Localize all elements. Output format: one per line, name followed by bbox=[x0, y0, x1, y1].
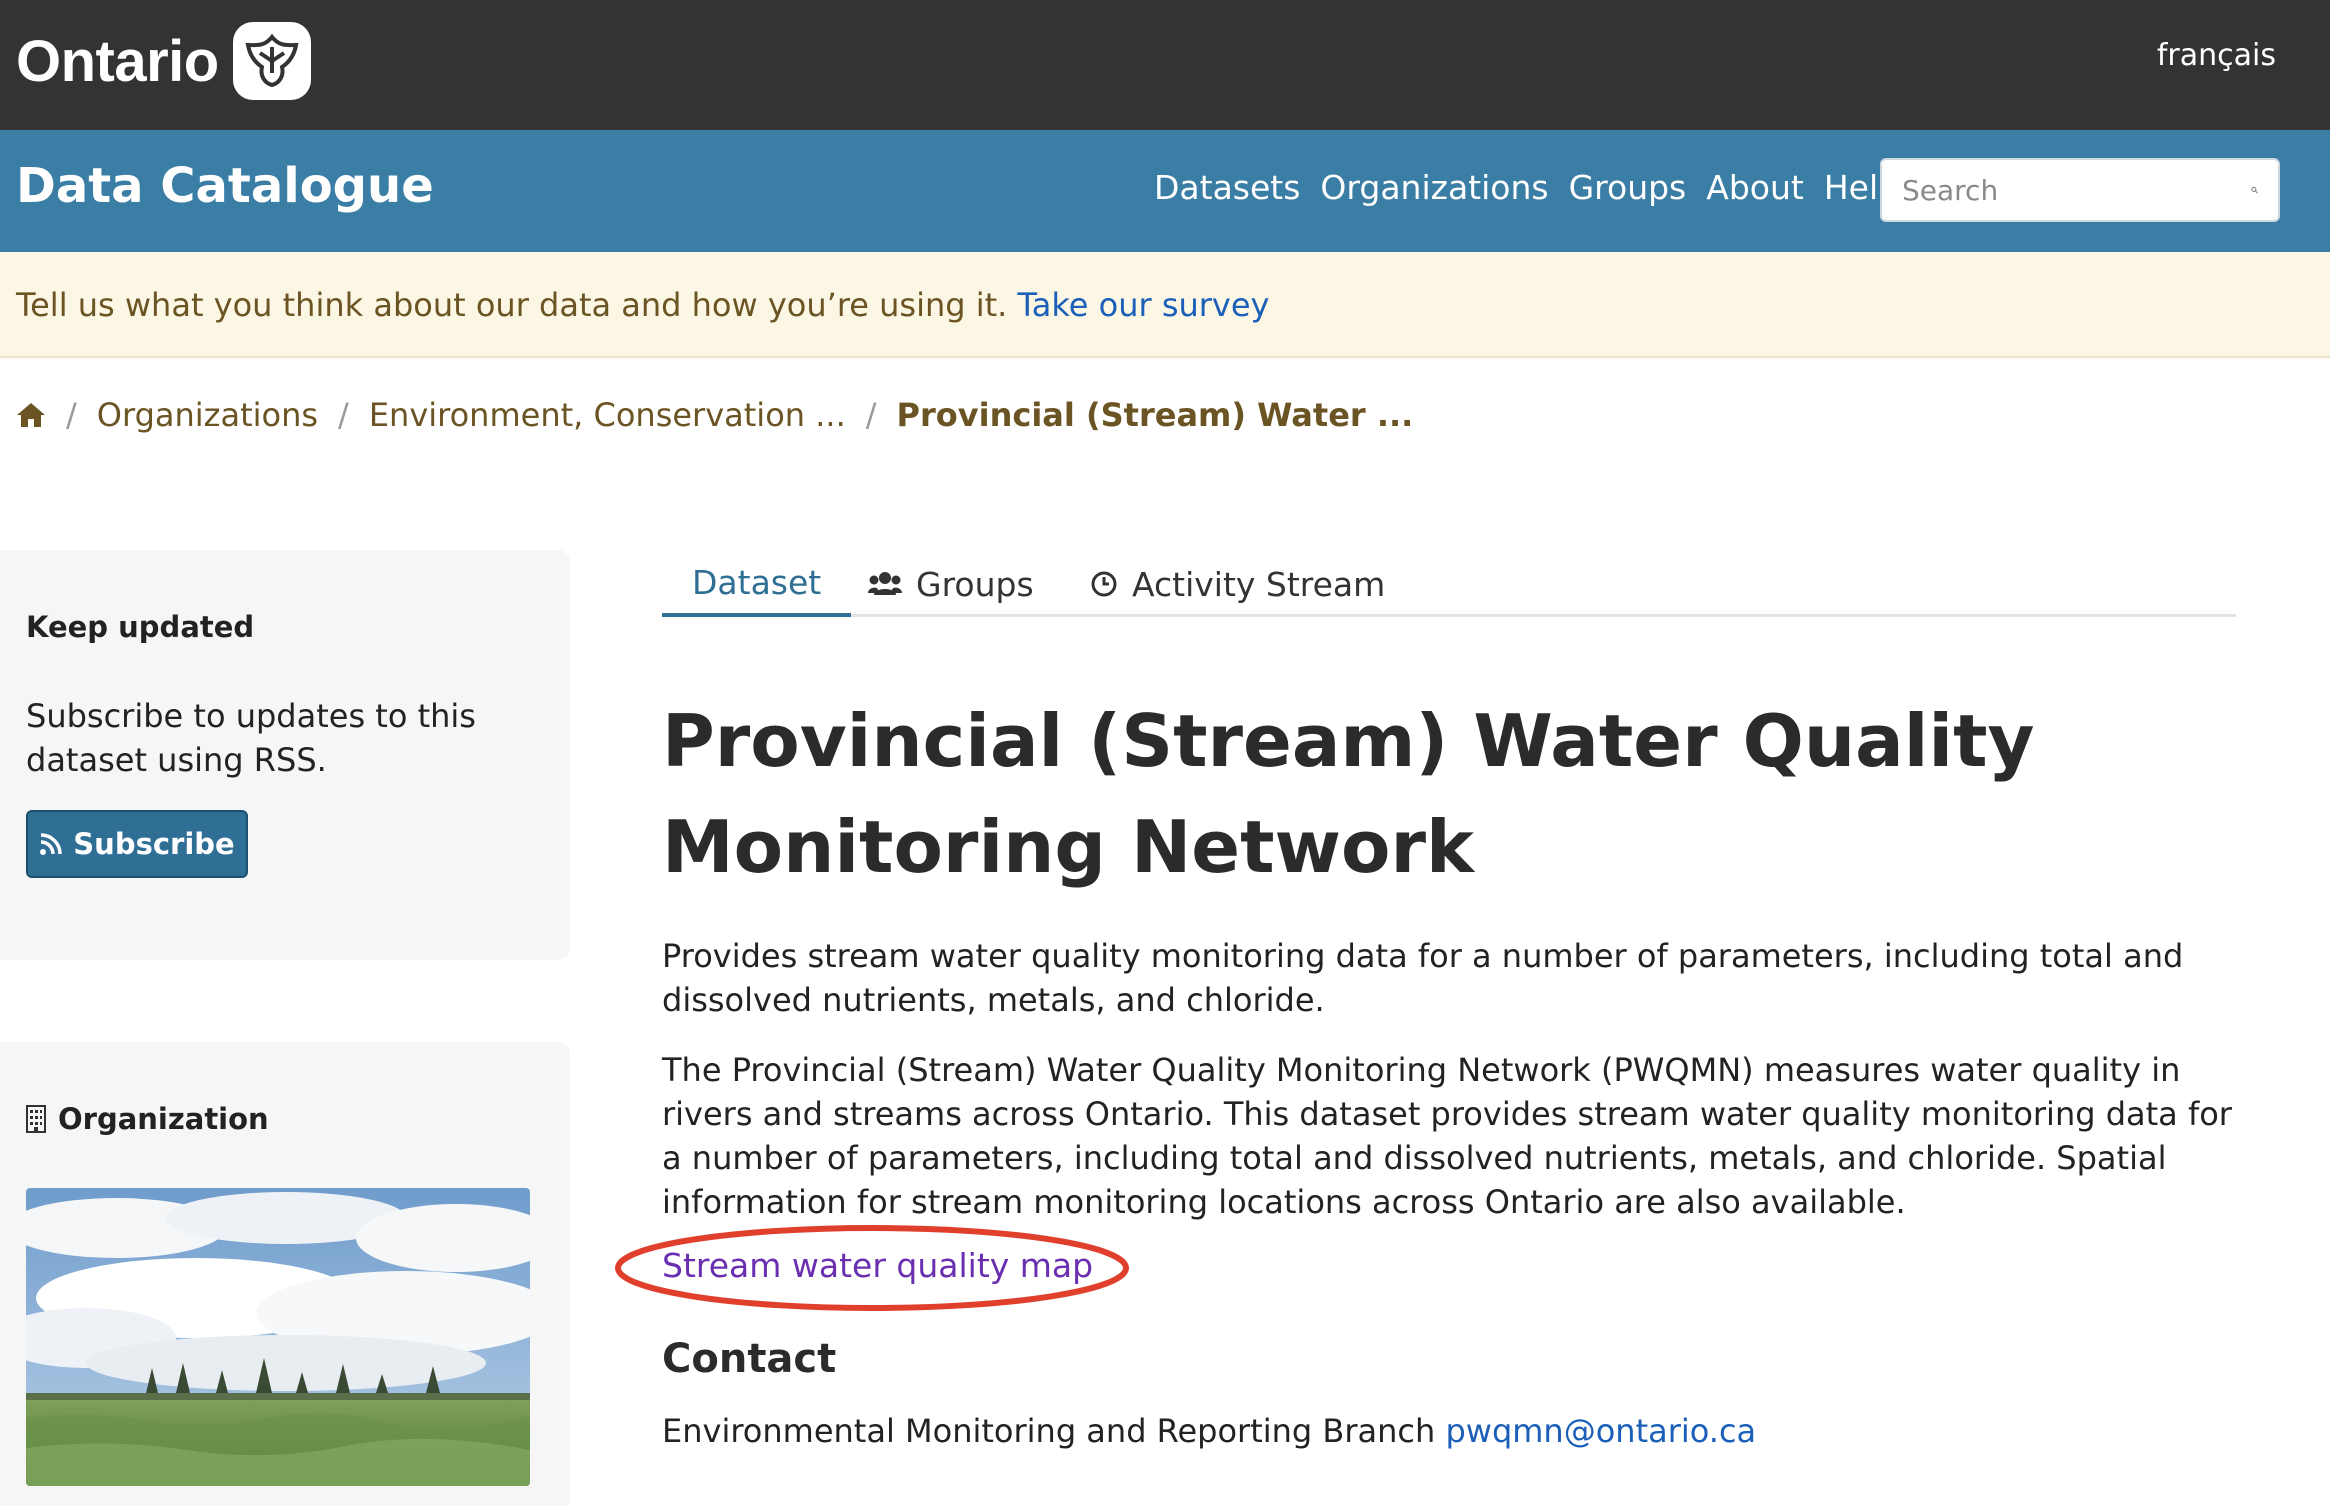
contact-heading: Contact bbox=[662, 1336, 837, 1382]
keep-updated-heading: Keep updated bbox=[26, 610, 255, 644]
dataset-summary: Provides stream water quality monitoring… bbox=[662, 937, 2184, 1019]
organization-heading: Organization bbox=[58, 1102, 269, 1136]
subscribe-label: Subscribe bbox=[73, 827, 235, 861]
clock-icon bbox=[1091, 571, 1117, 597]
language-toggle-link[interactable]: français bbox=[2157, 38, 2276, 73]
nav-link-organizations[interactable]: Organizations bbox=[1320, 168, 1548, 207]
main-nav: Datasets Organizations Groups About Help bbox=[1154, 168, 1899, 207]
site-title[interactable]: Data Catalogue bbox=[16, 158, 434, 214]
breadcrumb-separator: / bbox=[66, 396, 77, 434]
breadcrumb-current[interactable]: Provincial (Stream) Water ... bbox=[897, 396, 1414, 434]
nav-link-about[interactable]: About bbox=[1706, 168, 1804, 207]
ontario-logo[interactable]: Ontario bbox=[16, 22, 311, 100]
tab-groups-label: Groups bbox=[916, 564, 1034, 604]
home-icon[interactable] bbox=[16, 402, 46, 428]
breadcrumb-organizations[interactable]: Organizations bbox=[97, 396, 318, 434]
subscribe-button[interactable]: Subscribe bbox=[26, 810, 248, 878]
nav-link-datasets[interactable]: Datasets bbox=[1154, 168, 1300, 207]
keep-updated-text: Subscribe to updates to this dataset usi… bbox=[26, 697, 476, 779]
contact-email-link[interactable]: pwqmn@ontario.ca bbox=[1445, 1412, 1756, 1450]
dataset-description: The Provincial (Stream) Water Quality Mo… bbox=[662, 1051, 2232, 1221]
banner-text: Tell us what you think about our data an… bbox=[16, 286, 1008, 324]
dataset-tabs: Dataset Groups Activity Stream bbox=[662, 545, 2236, 617]
breadcrumb-separator: / bbox=[865, 396, 877, 434]
contact-info: Environmental Monitoring and Reporting B… bbox=[662, 1412, 1756, 1450]
breadcrumb: / Organizations / Environment, Conservat… bbox=[16, 396, 1413, 434]
organization-card: Organization bbox=[0, 1042, 570, 1506]
tab-dataset-label: Dataset bbox=[692, 562, 822, 602]
tab-dataset[interactable]: Dataset bbox=[662, 551, 852, 617]
nav-bar: Data Catalogue Datasets Organizations Gr… bbox=[0, 130, 2330, 252]
trillium-icon bbox=[232, 22, 311, 100]
survey-banner: Tell us what you think about our data an… bbox=[0, 252, 2330, 358]
organization-image[interactable] bbox=[26, 1188, 530, 1486]
tab-activity-stream-label: Activity Stream bbox=[1132, 564, 1386, 604]
keep-updated-card: Keep updated Subscribe to updates to thi… bbox=[0, 550, 570, 960]
search-icon[interactable] bbox=[2251, 173, 2258, 207]
logo-text: Ontario bbox=[16, 28, 219, 94]
dataset-title: Provincial (Stream) Water Quality Monito… bbox=[662, 699, 2035, 889]
tab-groups[interactable]: Groups bbox=[868, 551, 1034, 617]
banner-message: Tell us what you think about our data an… bbox=[16, 286, 1269, 324]
stream-water-quality-map-link[interactable]: Stream water quality map bbox=[662, 1246, 1093, 1285]
survey-link[interactable]: Take our survey bbox=[1018, 286, 1270, 324]
breadcrumb-separator: / bbox=[338, 396, 349, 434]
rss-icon bbox=[40, 833, 63, 855]
organization-heading-row: Organization bbox=[26, 1102, 269, 1136]
nav-link-groups[interactable]: Groups bbox=[1569, 168, 1687, 207]
search-box bbox=[1880, 158, 2280, 222]
top-bar: Ontario français bbox=[0, 0, 2330, 130]
tab-activity-stream[interactable]: Activity Stream bbox=[1090, 551, 1385, 617]
contact-branch: Environmental Monitoring and Reporting B… bbox=[662, 1412, 1436, 1450]
search-input[interactable] bbox=[1902, 173, 2251, 207]
breadcrumb-environment[interactable]: Environment, Conservation ... bbox=[369, 396, 846, 434]
building-icon bbox=[26, 1105, 46, 1133]
users-icon bbox=[868, 572, 902, 595]
